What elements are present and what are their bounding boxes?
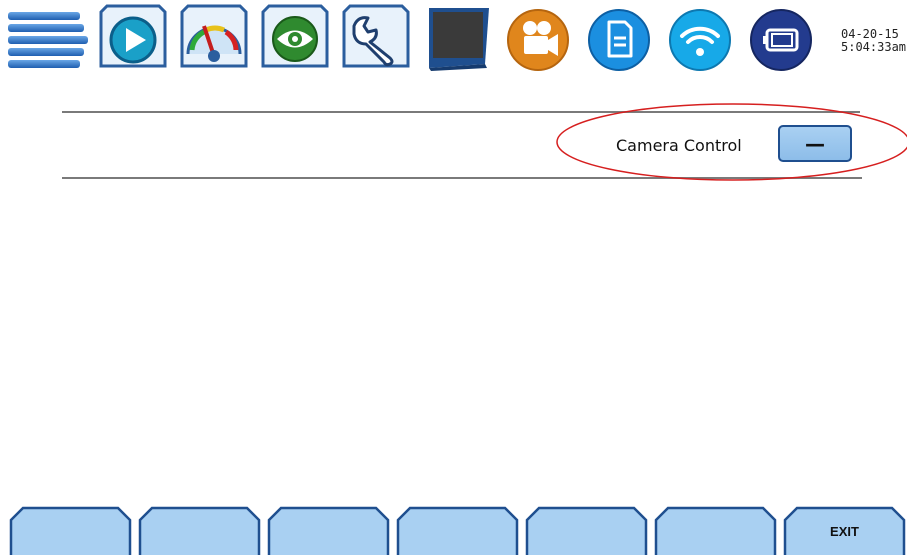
wrench-icon[interactable] <box>340 4 412 72</box>
eye-icon[interactable] <box>259 4 331 72</box>
document-icon[interactable] <box>583 4 655 72</box>
camera-control-label: Camera Control <box>616 136 742 155</box>
exit-button-label: EXIT <box>830 524 859 539</box>
datetime-display: 04-20-15 5:04:33am <box>841 28 907 54</box>
function-key-2[interactable] <box>138 506 261 556</box>
function-key-3[interactable] <box>267 506 390 556</box>
monitor-icon[interactable] <box>421 4 493 72</box>
function-key-6[interactable] <box>654 506 777 556</box>
play-icon[interactable] <box>97 4 169 72</box>
battery-icon[interactable] <box>745 4 817 72</box>
video-camera-icon[interactable] <box>502 4 574 72</box>
time-text: 5:04:33am <box>841 40 907 54</box>
function-key-1[interactable] <box>9 506 132 556</box>
function-key-4[interactable] <box>396 506 519 556</box>
menu-icon[interactable] <box>8 10 88 68</box>
exit-button[interactable]: EXIT <box>783 506 906 556</box>
bottom-divider <box>62 177 862 179</box>
camera-control-button[interactable]: — <box>778 125 852 162</box>
top-divider <box>62 111 860 113</box>
wifi-icon[interactable] <box>664 4 736 72</box>
gauge-icon[interactable] <box>178 4 250 72</box>
function-key-5[interactable] <box>525 506 648 556</box>
top-toolbar: 04-20-15 5:04:33am <box>0 0 907 80</box>
